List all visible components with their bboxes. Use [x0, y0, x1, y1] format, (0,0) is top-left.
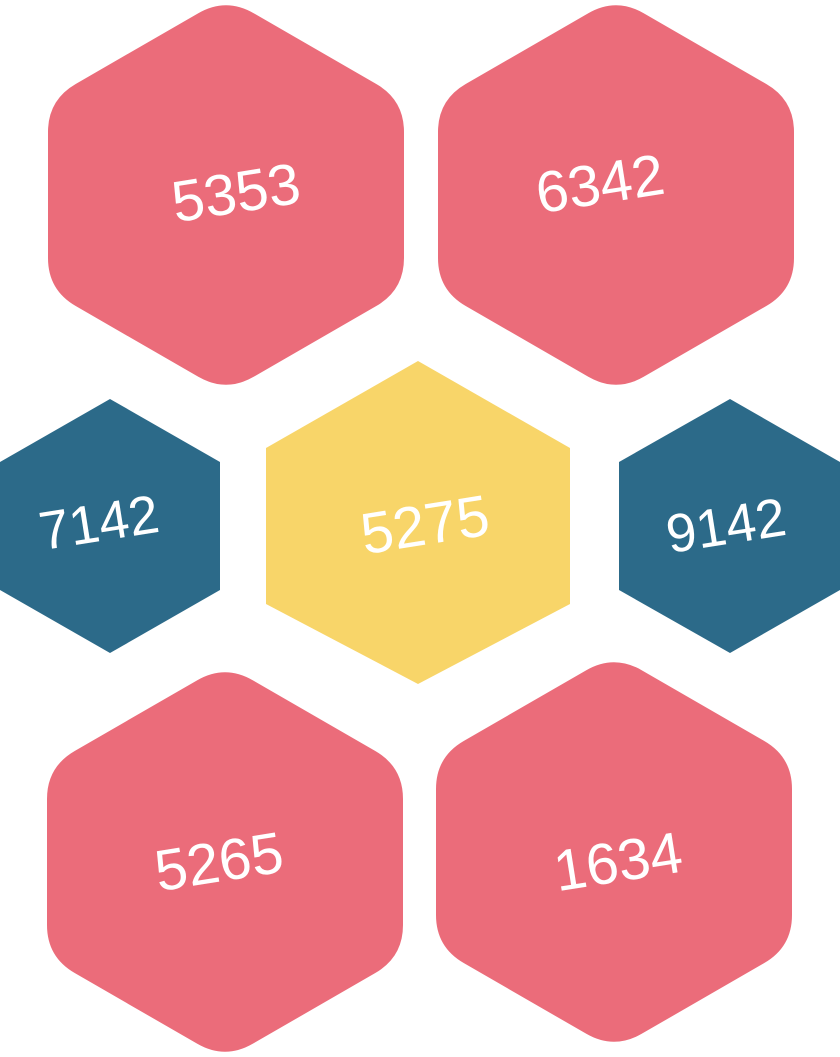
- hex-shape-middle-left[interactable]: [0, 399, 220, 653]
- hex-shape-top-left[interactable]: [48, 5, 404, 385]
- hex-shape-bottom-left[interactable]: [47, 672, 403, 1052]
- hex-tile-middle-left[interactable]: 7142: [0, 399, 220, 653]
- hex-tile-bottom-left[interactable]: 5265: [47, 672, 403, 1052]
- hex-shape-bottom-right[interactable]: [436, 662, 792, 1042]
- hex-tile-middle-right[interactable]: 9142: [619, 399, 840, 653]
- hex-tile-center[interactable]: 5275: [266, 361, 570, 684]
- hex-shape-center[interactable]: [266, 361, 570, 684]
- hex-tile-bottom-right[interactable]: 1634: [436, 662, 792, 1042]
- hex-tile-top-right[interactable]: 6342: [438, 5, 794, 385]
- hex-shape-middle-right[interactable]: [619, 399, 840, 653]
- hexagon-board: 5353 6342 7142 5275 9142 5265 1634: [0, 5, 840, 1052]
- hex-shape-top-right[interactable]: [438, 5, 794, 385]
- hex-tile-top-left[interactable]: 5353: [48, 5, 404, 385]
